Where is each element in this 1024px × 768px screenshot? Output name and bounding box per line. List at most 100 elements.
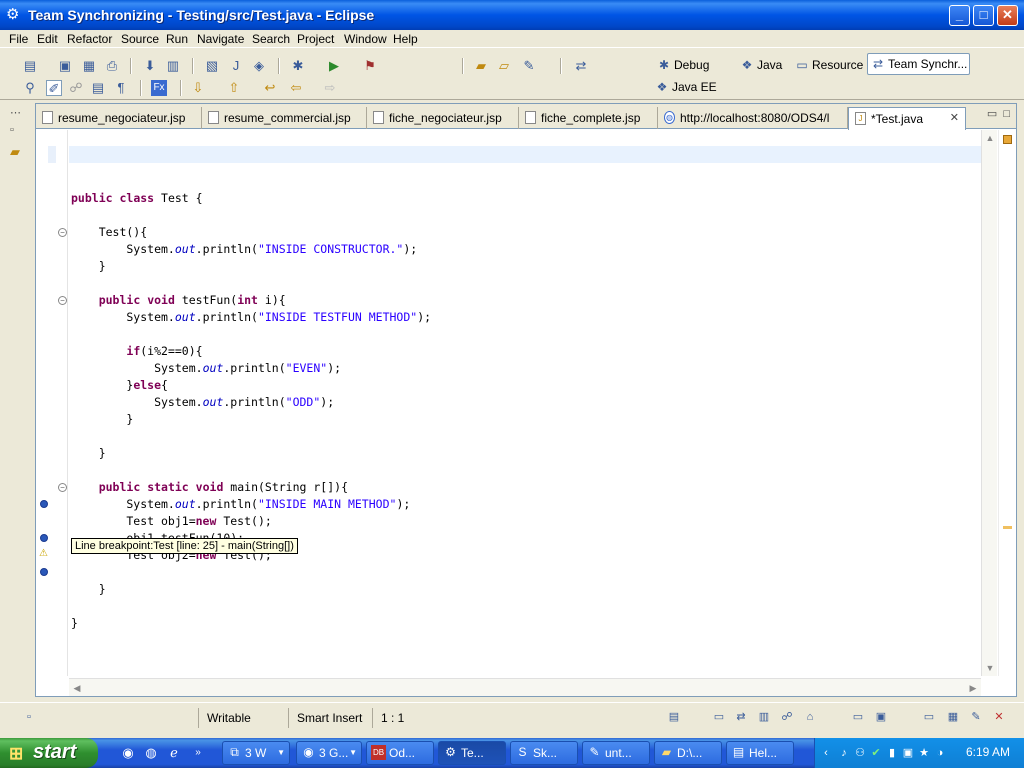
tab-fiche-complete[interactable]: fiche_complete.jsp [519,107,658,129]
title-bar[interactable]: ⚙ Team Synchronizing - Testing/src/Test.… [0,0,1024,30]
minimized-view-icon[interactable]: ▭ [712,711,726,724]
debug-icon[interactable]: ✱ [290,58,306,74]
scroll-up-icon[interactable]: ▲ [982,130,998,146]
scroll-right-icon[interactable]: ▶ [965,680,981,696]
task-oracle[interactable]: DB Od... [366,741,434,765]
overview-ruler[interactable] [998,130,1016,676]
menu-edit[interactable]: Edit [37,32,58,46]
fx-icon[interactable]: Fx [151,80,167,96]
print-icon[interactable]: ⎙ [104,58,120,74]
servers-view-icon[interactable]: ▥ [757,711,771,724]
toggle-mark-icon[interactable]: ⚲ [22,80,38,96]
external-tools-icon[interactable]: ⚑ [362,58,378,74]
fold-toggle-icon[interactable]: − [58,228,67,237]
save-all-icon[interactable]: ▦ [81,58,97,74]
forward-icon[interactable]: ⇨ [322,80,338,96]
tab-localhost[interactable]: ◍ http://localhost:8080/ODS4/l [658,107,848,129]
task-skype[interactable]: S Sk... [510,741,578,765]
vertical-scrollbar[interactable]: ▲ ▼ [981,130,997,676]
warning-summary-icon[interactable] [1003,135,1012,144]
breakpoint-icon[interactable] [40,534,48,542]
tasks-view-icon[interactable]: ▦ [946,711,960,724]
security-icon[interactable]: ✔ [869,746,883,760]
code-editor[interactable]: public class Test { Test(){ System.out.p… [69,130,981,676]
next-annotation-icon[interactable]: ⇩ [190,80,206,96]
new-junit-icon[interactable]: J [228,58,244,74]
synchronize-view-icon[interactable]: ⇄ [734,711,748,724]
task-windows-group[interactable]: ⧉ 3 W ▼ [222,741,290,765]
new-icon[interactable]: ▤ [22,58,38,74]
search-icon[interactable]: ✎ [521,58,537,74]
tab-test-java[interactable]: J *Test.java ✕ [848,107,966,130]
annotation-icon[interactable]: ☍ [68,80,84,96]
volume-icon[interactable]: ♪ [837,746,851,760]
import-icon[interactable]: ⬇ [142,58,158,74]
tray-expand-icon[interactable]: ‹ [819,746,833,760]
menu-project[interactable]: Project [297,32,334,46]
perspective-team-sync[interactable]: ⇄ Team Synchr... [867,53,970,75]
maximize-view-icon[interactable]: □ [1003,108,1010,120]
fast-view-icon[interactable]: ▫ [22,711,36,724]
highlight-icon[interactable]: ✐ [46,80,62,96]
menu-run[interactable]: Run [166,32,188,46]
task-chrome-group[interactable]: ◉ 3 G... ▼ [296,741,362,765]
menu-window[interactable]: Window [344,32,387,46]
back-icon[interactable]: ⇦ [288,80,304,96]
menu-refactor[interactable]: Refactor [67,32,112,46]
menu-file[interactable]: File [9,32,28,46]
server-icon[interactable]: ▥ [165,58,181,74]
perspective-java-ee[interactable]: ❖ Java EE [654,77,721,99]
network-icon[interactable]: ⚇ [853,746,867,760]
package-explorer-icon[interactable]: ▰ [10,144,20,160]
maximize-button[interactable]: □ [973,5,994,26]
close-button[interactable]: ✕ [997,5,1018,26]
editor-ruler[interactable]: − − − ⚠ [36,130,68,676]
tab-resume-negociateur[interactable]: resume_negociateur.jsp [36,107,202,129]
synchronize-icon[interactable]: ⇄ [573,58,589,74]
perspective-resource[interactable]: ▭ Resource [794,55,867,77]
star-icon[interactable]: ★ [917,746,931,760]
prev-annotation-icon[interactable]: ⇧ [226,80,242,96]
block-icon[interactable]: ▤ [90,80,106,96]
perspective-debug[interactable]: ✱ Debug [656,55,713,77]
open-folder-icon[interactable]: ▱ [496,58,512,74]
menu-help[interactable]: Help [393,32,418,46]
ie-icon[interactable]: ℯ [166,745,182,761]
problems-view-icon[interactable]: ✎ [969,711,983,724]
minimized-view-icon[interactable]: ▭ [922,711,936,724]
start-button[interactable]: ⊞ start [0,738,98,768]
home-view-icon[interactable]: ⌂ [803,711,817,724]
display-icon[interactable]: ▣ [901,746,915,760]
minimized-view-icon[interactable]: ▭ [851,711,865,724]
fold-toggle-icon[interactable]: − [58,483,67,492]
save-icon[interactable]: ▣ [57,58,73,74]
last-edit-icon[interactable]: ↩ [262,80,278,96]
menu-navigate[interactable]: Navigate [197,32,244,46]
tab-resume-commercial[interactable]: resume_commercial.jsp [202,107,367,129]
task-help[interactable]: ▤ Hel... [726,741,794,765]
warning-marker[interactable] [1003,526,1012,529]
tab-fiche-negociateur[interactable]: fiche_negociateur.jsp [367,107,519,129]
horizontal-scrollbar[interactable]: ◀ ▶ [69,678,981,696]
task-eclipse[interactable]: ⚙ Te... [438,741,506,765]
error-log-icon[interactable]: ✕ [992,711,1006,724]
warning-icon[interactable]: ⚠ [39,548,48,559]
minimize-button[interactable]: _ [949,5,970,26]
menu-search[interactable]: Search [252,32,290,46]
clock[interactable]: 6:19 AM [966,745,1010,759]
open-type-icon[interactable]: ▰ [473,58,489,74]
scroll-left-icon[interactable]: ◀ [69,680,85,696]
progress-icon[interactable]: ▤ [667,711,681,724]
fold-toggle-icon[interactable]: − [58,296,67,305]
run-icon[interactable]: ▶ [326,58,342,74]
history-view-icon[interactable]: ☍ [780,711,794,724]
console-view-icon[interactable]: ▣ [874,711,888,724]
tab-close-icon[interactable]: ✕ [950,111,959,124]
perspective-java[interactable]: ❖ Java [739,55,786,77]
new-class-icon[interactable]: ◈ [251,58,267,74]
minimize-view-icon[interactable]: ▭ [987,108,997,120]
menu-source[interactable]: Source [121,32,159,46]
scroll-down-icon[interactable]: ▼ [982,660,998,676]
signal-icon[interactable]: ▮ [885,746,899,760]
chrome-icon[interactable]: ◉ [120,745,136,761]
